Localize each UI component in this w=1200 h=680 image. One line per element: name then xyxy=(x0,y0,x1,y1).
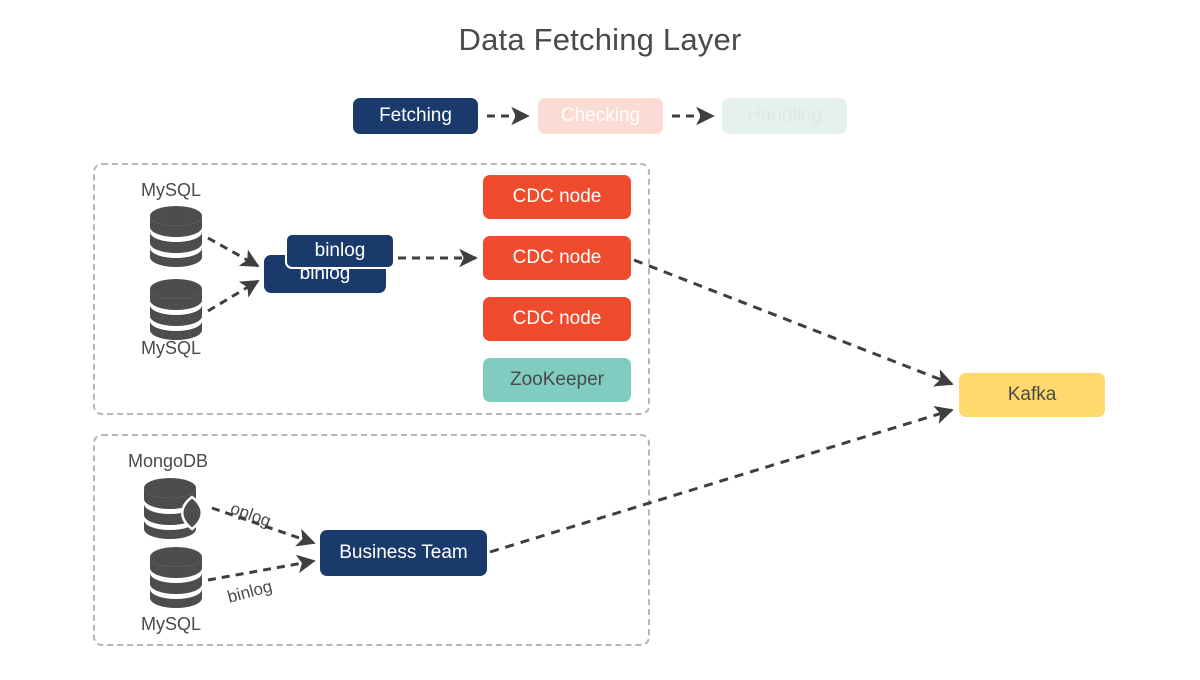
database-icon-mysql-mongo-group xyxy=(148,546,204,608)
phase-pill-checking[interactable]: Checking xyxy=(538,98,663,134)
label-mysql-bottom: MySQL xyxy=(141,338,202,358)
cdc-node-1-label: CDC node xyxy=(512,186,602,207)
cdc-node-3-label: CDC node xyxy=(512,308,602,329)
phase-label-checking: Checking xyxy=(560,105,641,126)
kafka-node[interactable]: Kafka xyxy=(959,373,1105,417)
phase-label-fetching: Fetching xyxy=(379,105,452,126)
binlog-box-front[interactable]: binlog xyxy=(285,233,395,269)
database-icon-mysql-bottom xyxy=(148,278,204,340)
cdc-node-1[interactable]: CDC node xyxy=(483,175,631,219)
phase-label-handling: Handling xyxy=(747,105,822,126)
arrow-cdc-to-kafka xyxy=(633,258,954,387)
label-mysql-top: MySQL xyxy=(141,180,202,200)
database-icon-mysql-top xyxy=(148,205,204,267)
phase-pill-handling[interactable]: Handling xyxy=(722,98,847,134)
business-team-node[interactable]: Business Team xyxy=(320,530,487,576)
page-title: Data Fetching Layer xyxy=(458,22,742,57)
binlog-label-front: binlog xyxy=(314,240,366,261)
business-team-label: Business Team xyxy=(339,542,468,563)
cdc-node-2-label: CDC node xyxy=(512,247,602,268)
kafka-label: Kafka xyxy=(1007,384,1057,405)
label-mongodb: MongoDB xyxy=(128,451,209,471)
cdc-node-2[interactable]: CDC node xyxy=(483,236,631,280)
zookeeper-node-label: ZooKeeper xyxy=(509,369,604,390)
cdc-node-3[interactable]: CDC node xyxy=(483,297,631,341)
diagram-canvas: Data Fetching Layer Fetching Checking Ha… xyxy=(0,0,1200,680)
zookeeper-node[interactable]: ZooKeeper xyxy=(483,358,631,402)
phase-pill-fetching[interactable]: Fetching xyxy=(353,98,478,134)
label-mysql-mongo-group: MySQL xyxy=(141,614,202,634)
database-icon-mongodb xyxy=(140,477,212,539)
